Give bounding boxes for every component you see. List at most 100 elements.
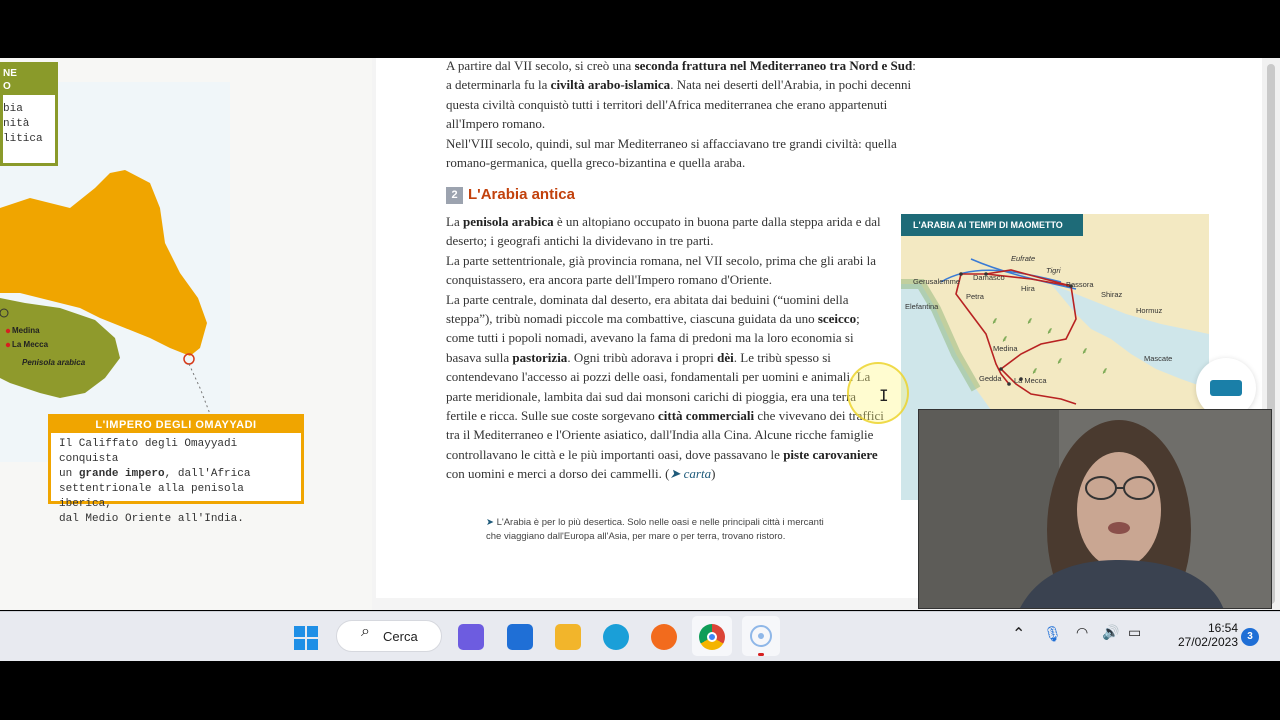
microphone-icon[interactable]: 🎙 [1043,625,1062,643]
map-title: L'ARABIA AI TEMPI DI MAOMETTO [901,214,1083,236]
section-heading: 2 L'Arabia antica [446,186,575,204]
svg-text:⸙: ⸙ [1046,326,1054,337]
map-label: Elefantina [905,302,939,311]
wifi-icon[interactable]: ◠ [1076,625,1088,641]
map-label: Hormuz [1136,306,1163,315]
svg-text:⸙: ⸙ [1056,356,1064,367]
volume-icon[interactable]: 🔊 [1102,625,1119,641]
legend-box: NE O bia nità litica [0,62,58,166]
start-button[interactable] [294,626,318,650]
clock-time: 16:54 [1207,621,1238,635]
bold-run: grande impero [78,468,165,480]
body-text: La penisola arabica è un altopiano occup… [446,212,886,484]
map-label: Mascate [1144,354,1173,363]
mail-icon[interactable] [507,624,533,650]
omayyadi-box: L'IMPERO DEGLI OMAYYADI Il Califfato deg… [48,414,304,525]
text-run: con uomini e merci a dorso dei cammelli.… [446,466,670,482]
carta-link-label: carta [683,466,712,482]
omayyadi-line: un grande impero, dall'Africa [59,467,295,482]
clock-date: 27/02/2023 [1177,635,1238,649]
windows-icon [294,626,318,650]
caption-line: ➤ L'Arabia è per lo più desertica. Solo … [486,516,886,530]
text-run: Nell'VIII secolo, quindi, sul mar Medite… [446,135,897,171]
bold-run: civiltà arabo-islamica [550,77,671,93]
map-label: Gerusalemme [913,277,961,286]
svg-text:⸙: ⸙ [1081,346,1089,357]
map-label-peninsula: Penisola arabica [22,358,86,367]
text-cursor-icon: I [879,386,889,405]
section-title: L'Arabia antica [468,186,575,203]
search-icon: ⌕ [361,621,370,640]
svg-text:⸙: ⸙ [1026,316,1034,327]
left-page: Medina La Mecca Penisola arabica NE O bi… [0,58,372,610]
text-run: un [59,468,79,480]
omayyadi-line: dal Medio Oriente all'India. [59,513,244,525]
legend-header-line: NE [3,68,17,79]
bold-run: pastorizia [512,349,568,365]
omayyadi-line: settentrionale alla penisola iberica, [59,483,244,510]
chevron-up-icon[interactable]: ⌃ [1012,624,1025,643]
map-label: Eufrate [1011,254,1036,263]
recorder-app[interactable] [742,616,780,656]
map-label: Bassora [1066,280,1094,289]
file-explorer-icon[interactable] [555,624,581,650]
battery-icon[interactable]: ▭ [1128,625,1141,641]
map-label: Damasco [973,273,1005,282]
map-label: Petra [966,292,984,301]
bold-run: seconda frattura nel Mediterraneo tra No… [634,58,913,73]
carta-link[interactable]: ➤ carta [669,466,711,481]
text-run: . Ogni tribù adorava i propri [567,349,718,365]
chrome-icon [699,624,725,650]
legend-item: bia [3,103,23,115]
section-number: 2 [446,187,463,204]
bold-run: penisola arabica [462,214,554,229]
caption-arrow-icon: ➤ [486,517,497,528]
firefox-icon[interactable] [651,624,677,650]
text-run: La parte settentrionale, già provincia r… [446,252,877,288]
map-label: Shiraz [1101,290,1123,299]
legend-item: litica [3,133,43,145]
text-run: A partire dal VII secolo, si creò una [446,58,635,73]
keyboard-icon [1210,380,1242,396]
recording-indicator [758,653,764,656]
intro-paragraph: A partire dal VII secolo, si creò una se… [446,58,916,172]
bold-run: piste carovaniere [783,446,878,462]
bold-run: città commerciali [658,408,755,424]
chrome-active-tab[interactable] [692,616,732,656]
caption-text: che viaggiano dall'Europa all'Asia, per … [486,531,786,542]
notification-badge[interactable]: 3 [1241,628,1259,646]
omayyadi-line: Il Califfato degli Omayyadi conquista [59,438,238,465]
teams-icon[interactable] [458,624,484,650]
record-icon [750,625,772,647]
map-label: Hira [1021,284,1035,293]
map-label: Gedda [979,374,1002,383]
bold-run: sceicco [817,311,857,327]
map-label-mecca: La Mecca [12,340,49,349]
text-run: La [446,214,463,229]
svg-text:⸙: ⸙ [991,316,999,327]
text-run: ) [711,466,716,482]
figure-caption: ➤ L'Arabia è per lo più desertica. Solo … [486,516,886,544]
omayyadi-text: Il Califfato degli Omayyadi conquista un… [59,437,295,527]
clock[interactable]: 16:54 27/02/2023 [1162,621,1238,649]
map-label-medina: Medina [12,326,40,335]
svg-text:⸙: ⸙ [1101,366,1109,377]
webcam-overlay [918,409,1272,609]
taskbar: ⌕ Cerca ⌃ 🎙 ◠ 🔊 ▭ 16:54 27/02/2023 3 [0,611,1280,661]
cursor-highlight [847,362,909,424]
caption-text: L'Arabia è per lo più desertica. Solo ne… [496,517,824,528]
taskbar-search[interactable]: ⌕ Cerca [336,620,442,652]
map-label: La Mecca [1014,376,1047,385]
edge-icon[interactable] [603,624,629,650]
text-run: La parte centrale, dominata dal deserto,… [446,291,849,327]
legend-item: nità [3,118,30,130]
legend-header-line: O [3,81,11,92]
bold-run: dèi [717,349,734,365]
map-label: Tigri [1046,266,1061,275]
webcam-video [919,410,1271,608]
omayyadi-title: L'IMPERO DEGLI OMAYYADI [51,417,301,433]
map-label: Medina [993,344,1018,353]
search-label: Cerca [383,629,418,644]
text-run: , dall'Africa [164,468,251,480]
legend-header: NE O [3,65,55,95]
